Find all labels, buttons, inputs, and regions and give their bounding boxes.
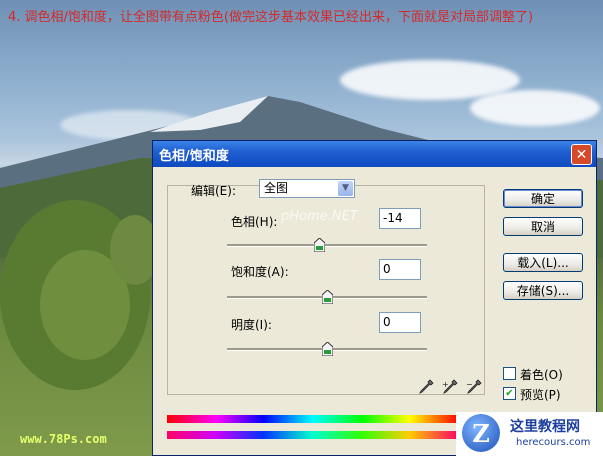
site-logo: Z 这里教程网 herecours.com: [456, 412, 603, 456]
lightness-slider-thumb[interactable]: [321, 342, 333, 356]
svg-text:+: +: [442, 380, 449, 389]
hue-input[interactable]: -14: [379, 208, 421, 229]
load-button[interactable]: 载入(L)...: [503, 253, 583, 272]
lightness-input[interactable]: 0: [379, 312, 421, 333]
logo-name: 这里教程网: [510, 419, 580, 435]
hue-slider-track[interactable]: [227, 244, 427, 247]
preview-checkbox[interactable]: ✔: [503, 387, 516, 400]
save-button[interactable]: 存储(S)...: [503, 281, 583, 300]
saturation-label: 饱和度(A):: [231, 265, 289, 279]
eyedropper-icon[interactable]: [417, 378, 435, 396]
preview-label: 预览(P): [520, 388, 561, 402]
input-color-bar: [167, 415, 459, 423]
lightness-label: 明度(I):: [231, 318, 272, 332]
saturation-input[interactable]: 0: [379, 259, 421, 280]
edit-select-value: 全图: [264, 181, 289, 195]
ghost-watermark: pHome.NET: [281, 209, 358, 224]
hue-saturation-dialog: 色相/饱和度 ✕ 编辑(E): 全图 ▼ pHome.NET 色相(H): -1…: [152, 140, 597, 456]
checkmark-icon: ✔: [505, 388, 514, 399]
logo-url: herecours.com: [516, 437, 591, 448]
close-button[interactable]: ✕: [571, 144, 592, 165]
ok-button[interactable]: 确定: [503, 189, 583, 208]
edit-label: 编辑(E):: [191, 184, 236, 198]
dialog-title: 色相/饱和度: [159, 148, 229, 164]
hue-slider-thumb[interactable]: [313, 238, 325, 252]
colorize-checkbox[interactable]: [503, 367, 516, 380]
chevron-down-icon: ▼: [338, 181, 353, 196]
step-caption: 4. 调色相/饱和度，让全图带有点粉色(做完这步基本效果已经出来，下面就是对局部…: [8, 10, 534, 25]
cancel-button[interactable]: 取消: [503, 217, 583, 236]
watermark: www.78Ps.com: [20, 432, 107, 446]
logo-icon: Z: [462, 414, 500, 452]
svg-text:−: −: [466, 380, 473, 389]
dialog-titlebar[interactable]: 色相/饱和度: [153, 141, 596, 167]
eyedropper-minus-icon[interactable]: −: [465, 378, 483, 396]
output-color-bar: [167, 431, 459, 439]
close-icon: ✕: [575, 146, 588, 163]
edit-select[interactable]: 全图 ▼: [259, 179, 355, 198]
saturation-slider-thumb[interactable]: [321, 290, 333, 304]
eyedropper-plus-icon[interactable]: +: [441, 378, 459, 396]
colorize-label: 着色(O): [520, 368, 563, 382]
hue-label: 色相(H):: [231, 215, 278, 229]
